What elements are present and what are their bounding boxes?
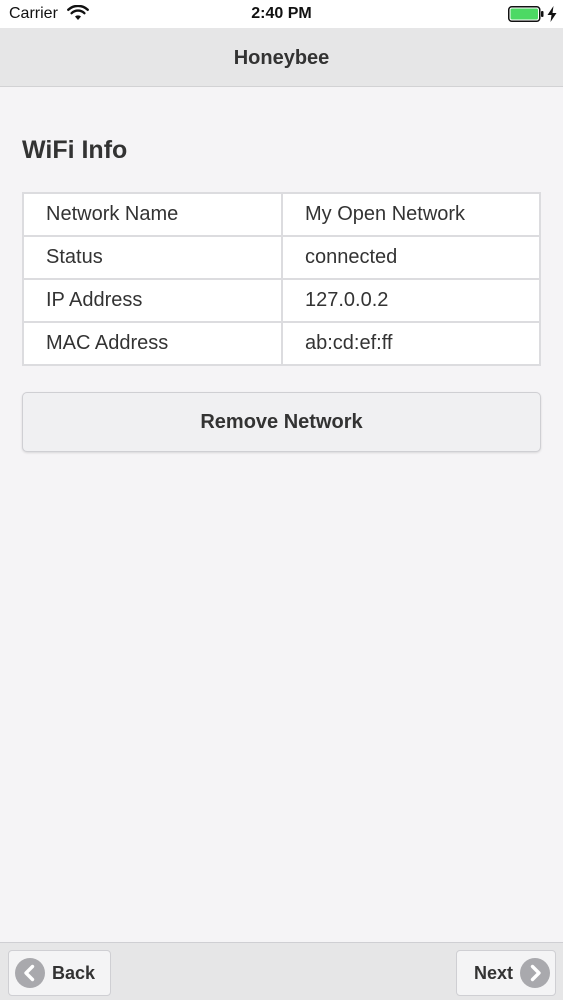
ip-address-value: 127.0.0.2 — [281, 278, 541, 323]
table-row: IP Address 127.0.0.2 — [22, 278, 541, 323]
section-title: WiFi Info — [22, 136, 128, 164]
footer-toolbar: Back Next — [0, 942, 563, 1000]
back-label: Back — [52, 962, 96, 983]
status-label: Status — [22, 235, 283, 280]
back-button[interactable]: Back — [8, 950, 111, 996]
battery-icon — [508, 6, 544, 22]
nav-header: Honeybee — [0, 28, 563, 87]
next-button[interactable]: Next — [456, 950, 556, 996]
charging-bolt-icon — [547, 6, 557, 22]
network-name-value: My Open Network — [281, 192, 541, 237]
status-time: 2:40 PM — [251, 5, 312, 22]
status-bar: Carrier 2:40 PM — [0, 0, 563, 28]
mac-address-label: MAC Address — [22, 321, 283, 366]
page-title: Honeybee — [233, 47, 330, 69]
next-label: Next — [474, 962, 514, 983]
mac-address-value: ab:cd:ef:ff — [281, 321, 541, 366]
status-value: connected — [281, 235, 541, 280]
chevron-right-circle-icon — [520, 958, 551, 988]
table-row: Status connected — [22, 235, 541, 280]
table-row: MAC Address ab:cd:ef:ff — [22, 321, 541, 366]
network-name-label: Network Name — [22, 192, 283, 237]
chevron-left-circle-icon — [15, 958, 45, 988]
table-row: Network Name My Open Network — [22, 192, 541, 237]
ip-address-label: IP Address — [22, 278, 283, 323]
wifi-info-table: Network Name My Open Network Status conn… — [22, 192, 541, 366]
remove-network-button[interactable]: Remove Network — [22, 392, 541, 452]
